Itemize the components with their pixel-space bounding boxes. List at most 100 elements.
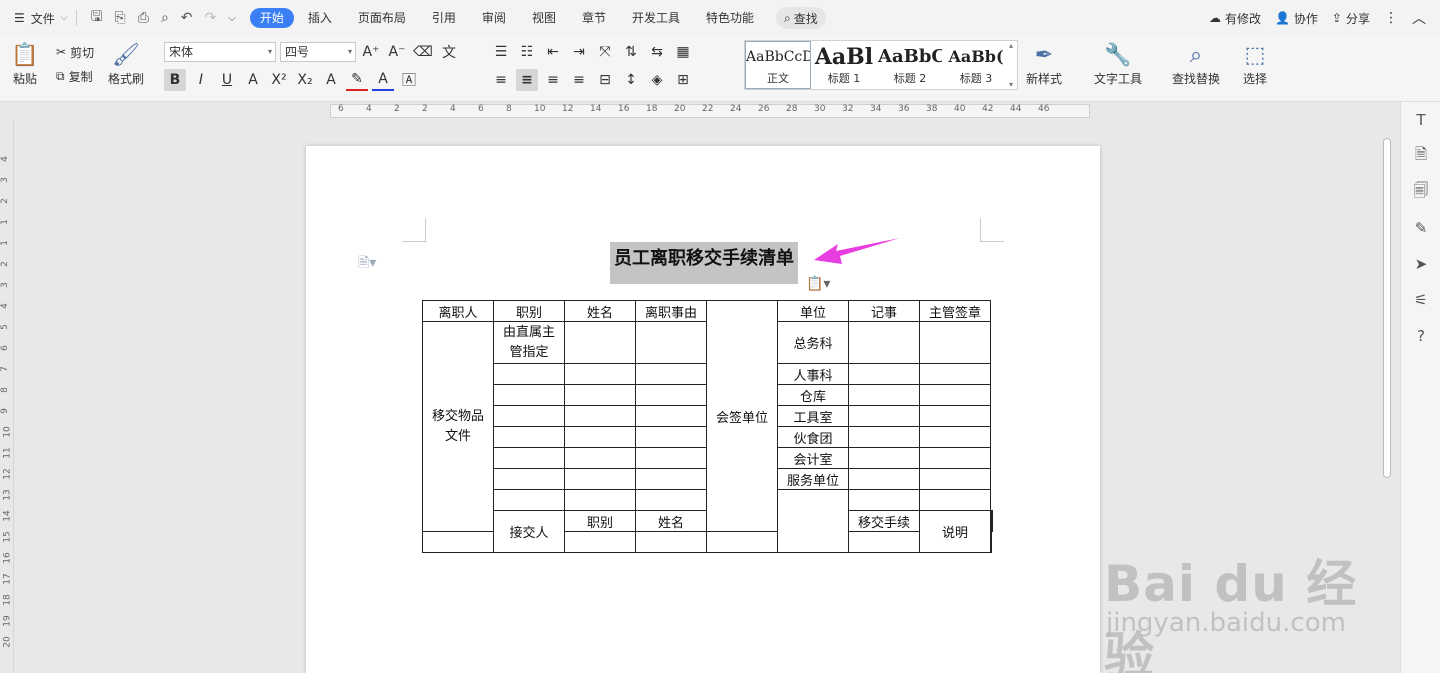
- superscript-icon[interactable]: X²: [268, 69, 290, 91]
- table-cell[interactable]: [564, 321, 636, 364]
- find-replace-button[interactable]: ⌕ 查找替换: [1172, 40, 1220, 87]
- grow-font-icon[interactable]: A⁺: [360, 41, 382, 63]
- style-scroll[interactable]: ▴ ▾: [1009, 41, 1017, 89]
- tab-review[interactable]: 审阅: [470, 8, 518, 28]
- document-title[interactable]: 员工离职移交手续清单: [610, 242, 798, 284]
- table-cell[interactable]: [564, 384, 636, 406]
- phonetic-icon[interactable]: 文: [438, 41, 460, 63]
- table-cell[interactable]: [493, 384, 565, 406]
- collapse-ribbon-icon[interactable]: ︿: [1412, 8, 1426, 28]
- table-cell[interactable]: [493, 426, 565, 448]
- print-icon[interactable]: ⎙: [138, 10, 149, 26]
- table-cell[interactable]: [919, 489, 991, 511]
- customize-chevron-icon[interactable]: ⌵: [228, 13, 236, 24]
- table-cell[interactable]: 会计室: [777, 447, 849, 469]
- help-icon[interactable]: ?: [1401, 318, 1440, 354]
- table-cell[interactable]: 单位: [777, 300, 849, 322]
- table-cell[interactable]: [919, 363, 991, 385]
- vertical-scrollbar[interactable]: [1380, 138, 1394, 478]
- paste-button[interactable]: 📋 粘贴: [10, 40, 40, 87]
- italic-icon[interactable]: I: [190, 69, 212, 91]
- table-cell[interactable]: [848, 405, 920, 427]
- text-style-icon[interactable]: T: [1401, 102, 1440, 138]
- font-size-select[interactable]: 四号 ▾: [280, 42, 356, 62]
- file-menu[interactable]: ☰ 文件 ⌵: [14, 10, 68, 27]
- document-page[interactable]: 🗎▾ 员工离职移交手续清单 📋▾ 离职人 职别 姓名 离职事由 会签单位 单位 …: [306, 146, 1100, 673]
- text-effect-icon[interactable]: A: [320, 69, 342, 91]
- table-cell[interactable]: 移交手续: [848, 510, 920, 532]
- share-button[interactable]: ⇪ 分享: [1332, 10, 1370, 27]
- table-cell[interactable]: [919, 426, 991, 448]
- scrollbar-thumb[interactable]: [1383, 138, 1391, 478]
- cursor-icon[interactable]: ➤: [1401, 246, 1440, 282]
- table-cell[interactable]: [493, 363, 565, 385]
- table-cell[interactable]: [848, 447, 920, 469]
- more-options-icon[interactable]: ⋮: [1384, 10, 1398, 26]
- table-cell[interactable]: [635, 363, 707, 385]
- table-cell[interactable]: [848, 489, 920, 511]
- table-cell[interactable]: 离职人: [422, 300, 494, 322]
- table-cell[interactable]: [919, 405, 991, 427]
- table-cell[interactable]: 由直属主管指定: [493, 321, 565, 364]
- table-cell[interactable]: [919, 384, 991, 406]
- format-painter-button[interactable]: 🖌 格式刷: [108, 40, 144, 87]
- table-cell[interactable]: [564, 489, 636, 511]
- align-center-icon[interactable]: ≡: [516, 69, 538, 91]
- paragraph-options-icon[interactable]: 🗎▾: [358, 252, 376, 276]
- strikethrough-icon[interactable]: A: [242, 69, 264, 91]
- table-cell[interactable]: 说明: [919, 510, 991, 553]
- table-cell[interactable]: 接交人: [493, 510, 565, 553]
- select-button[interactable]: ⬚ 选择: [1240, 40, 1270, 87]
- table-cell[interactable]: [564, 426, 636, 448]
- table-cell[interactable]: [493, 447, 565, 469]
- borders-icon[interactable]: ⊞: [672, 69, 694, 91]
- sort-icon[interactable]: ⇅: [620, 41, 642, 63]
- table-cell[interactable]: [919, 447, 991, 469]
- table-icon[interactable]: ▦: [672, 41, 694, 63]
- save-icon[interactable]: 🖫: [91, 6, 103, 30]
- table-cell[interactable]: 记事: [848, 300, 920, 322]
- style-heading-2[interactable]: AaBbC 标题 2: [877, 41, 943, 89]
- table-cell[interactable]: [635, 489, 707, 511]
- table-cell[interactable]: [990, 531, 992, 553]
- table-cell[interactable]: 姓名: [564, 300, 636, 322]
- char-border-icon[interactable]: 🄰: [398, 69, 420, 91]
- cut-button[interactable]: ✂ 剪切: [56, 40, 94, 64]
- highlight-icon[interactable]: ✎: [346, 69, 368, 91]
- new-style-button[interactable]: ✒ 新样式: [1026, 40, 1062, 87]
- shrink-font-icon[interactable]: A⁻: [386, 41, 408, 63]
- table-cell[interactable]: [635, 384, 707, 406]
- paste-options-icon[interactable]: 📋▾: [806, 276, 830, 292]
- redo-icon[interactable]: ↷: [205, 10, 217, 26]
- table-cell[interactable]: 会签单位: [706, 300, 778, 532]
- font-name-select[interactable]: 宋体 ▾: [164, 42, 276, 62]
- table-cell[interactable]: [493, 489, 565, 511]
- bullets-icon[interactable]: ☰: [490, 41, 512, 63]
- show-marks-icon[interactable]: ⇆: [646, 41, 668, 63]
- table-cell[interactable]: [848, 468, 920, 490]
- bold-icon[interactable]: B: [164, 69, 186, 91]
- table-cell[interactable]: [848, 384, 920, 406]
- tab-developer[interactable]: 开发工具: [620, 8, 692, 28]
- collaborate-button[interactable]: 👤 协作: [1275, 10, 1318, 27]
- table-cell[interactable]: [635, 321, 707, 364]
- distribute-icon[interactable]: ⊟: [594, 69, 616, 91]
- copy-button[interactable]: ⧉ 复制: [56, 64, 94, 88]
- table-cell[interactable]: [635, 405, 707, 427]
- table-cell[interactable]: [564, 363, 636, 385]
- table-cell[interactable]: [564, 405, 636, 427]
- table-cell[interactable]: [635, 447, 707, 469]
- table-cell[interactable]: [991, 510, 993, 532]
- numbering-icon[interactable]: ☷: [516, 41, 538, 63]
- increase-indent-icon[interactable]: ⇥: [568, 41, 590, 63]
- align-right-icon[interactable]: ≡: [542, 69, 564, 91]
- table-cell[interactable]: [422, 531, 494, 553]
- table-cell[interactable]: [848, 426, 920, 448]
- table-cell[interactable]: [777, 489, 849, 553]
- chinese-layout-icon[interactable]: ⤧: [594, 41, 616, 63]
- export-icon[interactable]: ⎘: [115, 10, 126, 26]
- decrease-indent-icon[interactable]: ⇤: [542, 41, 564, 63]
- tab-chapter[interactable]: 章节: [570, 8, 618, 28]
- text-tools-button[interactable]: 🔧 文字工具: [1094, 40, 1142, 87]
- shading-icon[interactable]: ◈: [646, 69, 668, 91]
